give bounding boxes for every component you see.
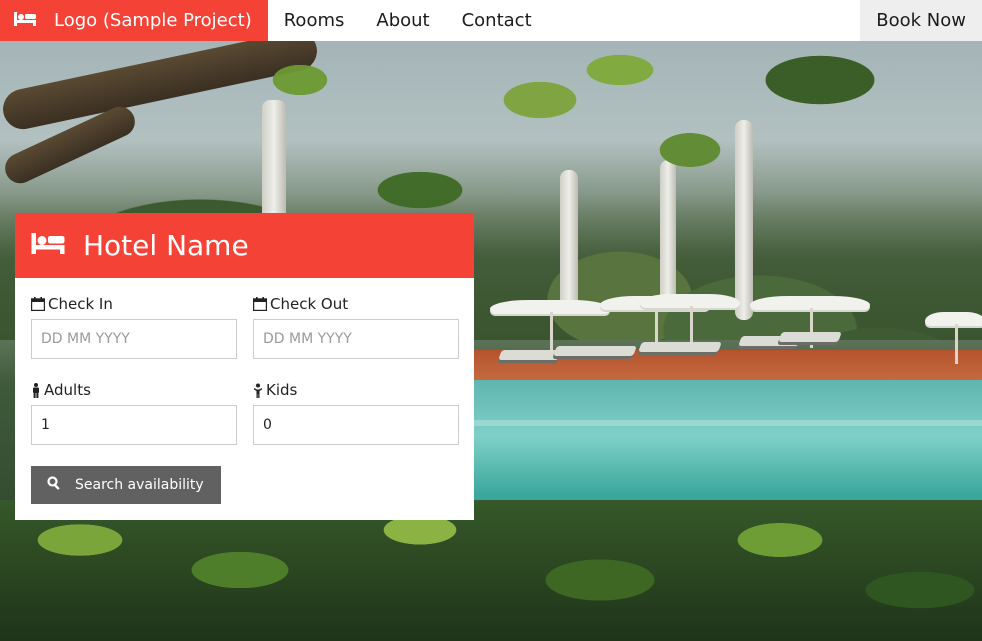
navbar-spacer	[548, 0, 861, 41]
nav-link-rooms[interactable]: Rooms	[268, 0, 361, 41]
adults-label: Adults	[31, 381, 237, 399]
umbrella	[490, 300, 610, 352]
hotel-name-title: Hotel Name	[83, 229, 249, 262]
nav-link-about[interactable]: About	[360, 0, 445, 41]
lounger	[778, 332, 842, 342]
calendar-icon	[253, 297, 267, 311]
top-navbar: Logo (Sample Project) Rooms About Contac…	[0, 0, 982, 41]
male-icon	[33, 382, 39, 398]
umbrella	[925, 312, 982, 364]
check-out-label: Check Out	[253, 295, 459, 313]
search-availability-button[interactable]: Search availability	[31, 466, 221, 504]
kids-label-text: Kids	[266, 381, 298, 399]
adults-label-text: Adults	[44, 381, 91, 399]
nav-link-contact[interactable]: Contact	[446, 0, 548, 41]
umbrella	[750, 296, 870, 348]
calendar-icon	[31, 297, 45, 311]
kids-input[interactable]	[253, 405, 459, 445]
bed-icon	[31, 233, 65, 258]
check-in-label: Check In	[31, 295, 237, 313]
adults-field: Adults	[31, 381, 237, 445]
kids-field: Kids	[253, 381, 459, 445]
check-in-input[interactable]	[31, 319, 237, 359]
brand-logo-link[interactable]: Logo (Sample Project)	[0, 0, 268, 41]
bed-icon	[14, 10, 36, 31]
book-now-button[interactable]: Book Now	[860, 0, 982, 41]
card-header: Hotel Name	[15, 213, 474, 278]
check-out-input[interactable]	[253, 319, 459, 359]
lounger	[638, 342, 722, 352]
lounger	[498, 350, 562, 360]
foreground-plants	[0, 500, 982, 641]
umbrella	[640, 294, 740, 346]
booking-card: Hotel Name Check In Check Out	[15, 213, 474, 520]
check-in-field: Check In	[31, 295, 237, 359]
check-out-field: Check Out	[253, 295, 459, 359]
check-out-label-text: Check Out	[270, 295, 349, 313]
adults-input[interactable]	[31, 405, 237, 445]
brand-label: Logo (Sample Project)	[54, 10, 252, 31]
child-icon	[254, 383, 262, 398]
check-in-label-text: Check In	[48, 295, 113, 313]
foreground-leaves	[0, 40, 982, 220]
lounger	[553, 346, 637, 356]
kids-label: Kids	[253, 381, 459, 399]
search-button-label: Search availability	[75, 477, 204, 493]
search-icon	[47, 476, 61, 494]
